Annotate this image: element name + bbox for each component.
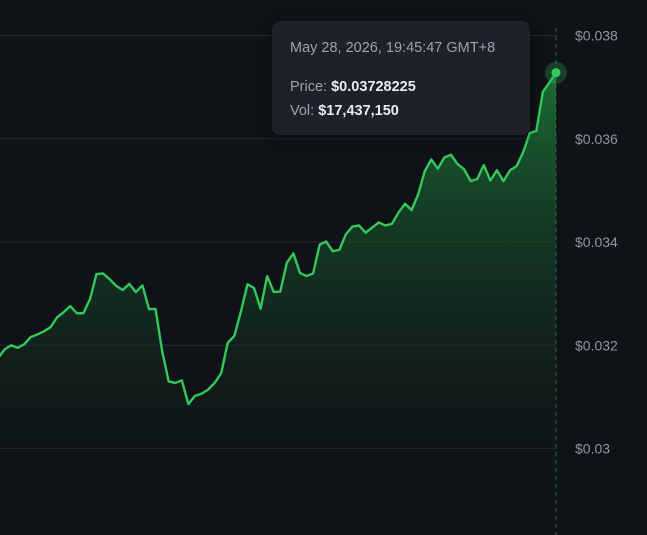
price-tooltip: May 28, 2026, 19:45:47 GMT+8 Price: $0.0…	[272, 21, 530, 135]
hover-point	[551, 68, 561, 78]
tooltip-price-row: Price: $0.03728225	[290, 75, 512, 99]
tooltip-date: May 28, 2026, 19:45:47 GMT+8	[290, 40, 496, 56]
y-tick-label: $0.032	[575, 337, 618, 353]
hover-marker	[545, 61, 567, 84]
y-tick-label: $0.03	[575, 441, 610, 457]
tooltip-price-value: $0.03728225	[331, 79, 416, 95]
tooltip-price-label: Price:	[290, 79, 328, 95]
area-fill	[0, 72, 556, 535]
tooltip-vol-value: $17,437,150	[318, 103, 399, 119]
tooltip-vol-label: Vol:	[290, 103, 315, 119]
y-tick-label: $0.038	[575, 28, 618, 44]
price-area	[0, 72, 556, 535]
y-tick-label: $0.034	[575, 234, 618, 250]
y-tick-label: $0.036	[575, 131, 618, 147]
y-axis-labels: $0.03 $0.032 $0.034 $0.036 $0.038	[575, 28, 618, 457]
tooltip-vol-row: Vol: $17,437,150	[290, 99, 512, 123]
